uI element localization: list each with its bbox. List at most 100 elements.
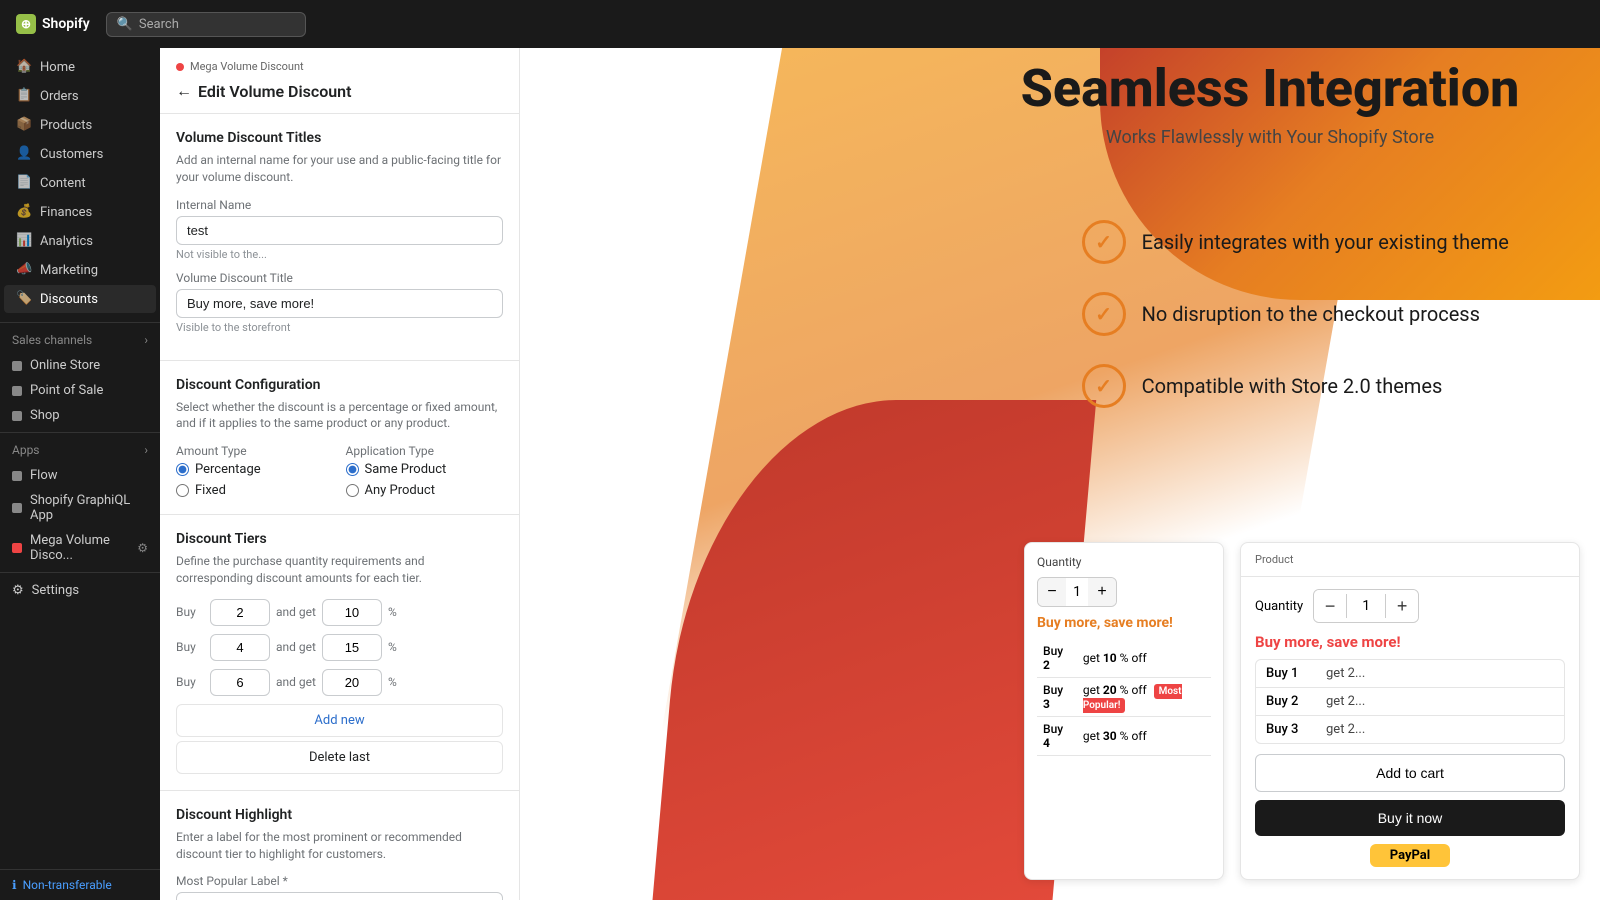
search-placeholder: Search: [139, 17, 179, 32]
buy-more-title: Buy more, save more!: [1037, 615, 1211, 631]
sidebar-item-label: Customers: [40, 147, 103, 162]
fixed-label: Fixed: [195, 483, 226, 498]
row-desc: get 10 % off: [1077, 639, 1211, 678]
sidebar-item-finances[interactable]: 💰 Finances: [4, 198, 156, 226]
sidebar-item-marketing[interactable]: 📣 Marketing: [4, 256, 156, 284]
configuration-section: Discount Configuration Select whether th…: [160, 361, 519, 516]
tier3-qty-input[interactable]: [210, 669, 270, 696]
tier2-discount-input[interactable]: [322, 634, 382, 661]
same-product-radio[interactable]: [346, 463, 359, 476]
and-get-label: and get: [276, 605, 316, 619]
tiers-desc: Define the purchase quantity requirement…: [176, 553, 503, 587]
add-to-cart-button[interactable]: Add to cart: [1255, 754, 1565, 792]
sidebar-item-shop[interactable]: Shop: [0, 403, 160, 428]
tier-row-2: Buy and get %: [176, 634, 503, 661]
titles-section: Volume Discount Titles Add an internal n…: [160, 114, 519, 361]
widget-preview-area: Quantity − 1 + Buy more, save more! Buy …: [1024, 542, 1580, 880]
percentage-option[interactable]: Percentage: [176, 462, 334, 477]
settings-gear-icon[interactable]: ⚙: [137, 541, 148, 555]
sidebar-item-analytics[interactable]: 📊 Analytics: [4, 227, 156, 255]
check-circle-3: [1082, 364, 1126, 408]
amount-type-label: Amount Type: [176, 444, 334, 458]
feature-text-2: No disruption to the checkout process: [1142, 302, 1480, 326]
sidebar-item-content[interactable]: 📄 Content: [4, 169, 156, 197]
config-title: Discount Configuration: [176, 377, 503, 393]
shopify-bag-icon: [16, 14, 36, 34]
feature-text-1: Easily integrates with your existing the…: [1142, 230, 1509, 254]
popular-label-input[interactable]: [176, 892, 503, 900]
search-bar[interactable]: 🔍 Search: [106, 12, 306, 37]
item-label: Shopify GraphiQL App: [30, 493, 148, 523]
tier1-qty-input[interactable]: [210, 599, 270, 626]
same-product-option[interactable]: Same Product: [346, 462, 504, 477]
buy-label: Buy: [176, 605, 204, 619]
disc-row-3: Buy 3 get 2...: [1256, 716, 1564, 743]
amount-radio-group: Percentage Fixed: [176, 462, 334, 498]
buy-it-now-button[interactable]: Buy it now: [1255, 800, 1565, 836]
public-title-input[interactable]: [176, 289, 503, 318]
item-label: Online Store: [30, 358, 100, 373]
qty-decrease-btn[interactable]: −: [1038, 578, 1066, 606]
tier2-qty-input[interactable]: [210, 634, 270, 661]
qty-decrease-btn-lg[interactable]: −: [1314, 590, 1346, 622]
qty-value: 1: [1066, 584, 1088, 600]
tiers-section: Discount Tiers Define the purchase quant…: [160, 515, 519, 791]
hero-section: Seamless Integration Works Flawlessly wi…: [920, 60, 1600, 148]
store-icon: [12, 361, 22, 371]
sidebar-item-products[interactable]: 📦 Products: [4, 111, 156, 139]
disc-amount: get 2...: [1326, 666, 1554, 681]
app-badge-label: Mega Volume Discount: [190, 60, 304, 73]
qty-increase-btn-lg[interactable]: +: [1386, 590, 1418, 622]
any-product-label: Any Product: [365, 483, 435, 498]
any-product-option[interactable]: Any Product: [346, 483, 504, 498]
tier1-discount-input[interactable]: [322, 599, 382, 626]
highlight-title: Discount Highlight: [176, 807, 503, 823]
qty-row: Quantity − 1 +: [1255, 589, 1565, 623]
sidebar-item-label: Analytics: [40, 234, 93, 249]
sales-channels-label: Sales channels: [12, 333, 92, 347]
pct-label: %: [388, 640, 397, 654]
sidebar-item-label: Products: [40, 118, 92, 133]
tier-row-1: Buy and get %: [176, 599, 503, 626]
features-list: Easily integrates with your existing the…: [1082, 220, 1600, 436]
tier3-discount-input[interactable]: [322, 669, 382, 696]
titles-section-title: Volume Discount Titles: [176, 130, 503, 146]
sidebar-item-point-of-sale[interactable]: Point of Sale: [0, 378, 160, 403]
sidebar-item-flow[interactable]: Flow: [0, 463, 160, 488]
sidebar-item-graphiql[interactable]: Shopify GraphiQL App: [0, 488, 160, 528]
sidebar-item-customers[interactable]: 👤 Customers: [4, 140, 156, 168]
buy-label: Buy: [176, 675, 204, 689]
item-label: Mega Volume Disco...: [30, 533, 129, 563]
paypal-button[interactable]: PayPal: [1370, 844, 1450, 867]
highlight-section: Discount Highlight Enter a label for the…: [160, 791, 519, 900]
any-product-radio[interactable]: [346, 484, 359, 497]
qty-increase-btn[interactable]: +: [1088, 578, 1116, 606]
add-new-button[interactable]: Add new: [176, 704, 503, 737]
sidebar-item-home[interactable]: 🏠 Home: [4, 53, 156, 81]
expand-icon: ›: [144, 443, 148, 457]
fixed-option[interactable]: Fixed: [176, 483, 334, 498]
sidebar-item-settings[interactable]: ⚙ Settings: [0, 577, 160, 604]
internal-name-input[interactable]: [176, 216, 503, 245]
and-get-label: and get: [276, 675, 316, 689]
row-desc: get 30 % off: [1077, 717, 1211, 756]
bottom-bar: ℹ Non-transferable: [0, 869, 160, 900]
sidebar-item-mega-volume[interactable]: Mega Volume Disco... ⚙: [0, 528, 160, 568]
sidebar-divider-3: [0, 572, 160, 573]
check-circle-1: [1082, 220, 1126, 264]
delete-last-button[interactable]: Delete last: [176, 741, 503, 774]
table-row: Buy 3 get 20 % off Most Popular!: [1037, 678, 1211, 717]
sidebar-item-online-store[interactable]: Online Store: [0, 353, 160, 378]
apps-label: Apps: [12, 443, 40, 457]
sidebar-item-discounts[interactable]: 🏷️ Discounts: [4, 285, 156, 313]
discount-rows: Buy 1 get 2... Buy 2 get 2... Buy 3 get …: [1255, 659, 1565, 744]
fixed-radio[interactable]: [176, 484, 189, 497]
disc-qty: Buy 2: [1266, 694, 1326, 709]
percentage-radio[interactable]: [176, 463, 189, 476]
table-row: Buy 4 get 30 % off: [1037, 717, 1211, 756]
graphiql-icon: [12, 503, 22, 513]
back-button[interactable]: ← Edit Volume Discount: [176, 81, 503, 101]
shopify-logo-text: Shopify: [42, 16, 90, 32]
sidebar-item-orders[interactable]: 📋 Orders: [4, 82, 156, 110]
tiers-title: Discount Tiers: [176, 531, 503, 547]
